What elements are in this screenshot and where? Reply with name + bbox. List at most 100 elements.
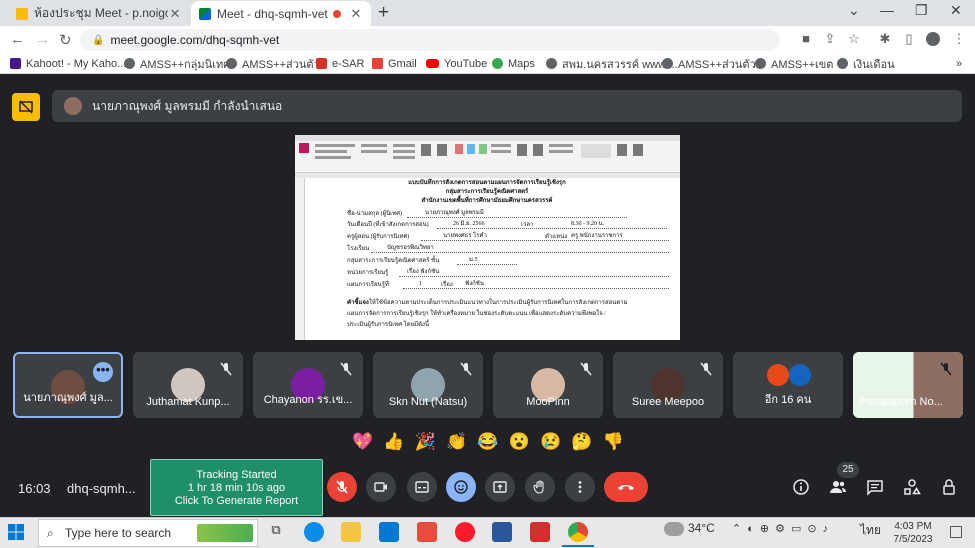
wps-office-icon[interactable]	[417, 522, 437, 542]
doc-heading-1: แบบบันทึกการสังเกตการสอนตามแผนการจัดการเ…	[408, 180, 566, 186]
doc-row-extra-label: เวลา	[521, 222, 534, 228]
doc-fill-line	[437, 228, 667, 229]
reaction-thumbs-down[interactable]: 👎	[603, 432, 624, 452]
more-options-button[interactable]	[565, 472, 595, 502]
chrome-menu-icon[interactable]: ⋮	[952, 32, 966, 46]
activities-icon[interactable]	[903, 478, 921, 496]
presentation-icon[interactable]	[12, 93, 40, 121]
bookmarks-overflow-icon[interactable]: »	[956, 55, 962, 72]
participant-tile[interactable]: MooPinn	[493, 352, 603, 418]
camera-in-use-icon[interactable]: ■	[799, 32, 813, 46]
language-indicator[interactable]: ไทย	[860, 521, 881, 540]
search-icon: ⌕	[47, 526, 54, 540]
chat-icon[interactable]	[866, 478, 884, 496]
present-screen-button[interactable]	[485, 472, 515, 502]
windows-start-icon[interactable]	[8, 524, 24, 540]
doc-row-extra-value: 8.30 - 9.20 น.	[571, 221, 605, 227]
participant-tile[interactable]: Skn Nut (Natsu)	[373, 352, 483, 418]
taskbar-search[interactable]: ⌕ Type here to search	[38, 519, 258, 547]
mail-icon[interactable]	[379, 522, 399, 542]
side-panel-icon[interactable]: ▯	[902, 32, 916, 46]
attendance-tracking-button[interactable]: Tracking Started 1 hr 18 min 10s ago Cli…	[150, 459, 323, 516]
people-icon[interactable]	[829, 478, 847, 496]
globe-icon	[226, 58, 237, 69]
close-tab-icon[interactable]: ✕	[349, 6, 363, 22]
participant-tile-presenter[interactable]: ••• นายภาณุพงศ์ มูล...	[13, 352, 123, 418]
weather-icon	[664, 522, 684, 536]
profile-avatar[interactable]	[926, 32, 940, 46]
doc-row-extra-label: ตำแหน่ง	[545, 234, 568, 240]
camera-toggle-button[interactable]	[366, 472, 396, 502]
reaction-sparkling-heart[interactable]: 💖	[352, 432, 373, 452]
reaction-thinking[interactable]: 🤔	[571, 432, 592, 452]
bookmark-esar[interactable]: e-SAR	[316, 55, 364, 72]
notifications-icon[interactable]	[950, 526, 962, 538]
system-tray-icons[interactable]: ⌃◐⊕⚙▭⊙♪	[732, 522, 834, 535]
new-tab-button[interactable]: +	[378, 2, 389, 24]
forward-icon[interactable]: →	[35, 31, 50, 48]
participant-name: Skn Nut (Natsu)	[388, 396, 468, 408]
reactions-button[interactable]	[446, 472, 476, 502]
participant-tile[interactable]: Pattaraporn No...	[853, 352, 963, 418]
more-options-icon[interactable]: •••	[93, 362, 113, 382]
bookmark-kahoot[interactable]: Kahoot! - My Kaho...	[10, 55, 126, 72]
meeting-info-icon[interactable]	[792, 478, 810, 496]
opera-icon[interactable]	[455, 522, 475, 542]
bookmark-amss-personal-2[interactable]: AMSS++ส่วนตัว	[662, 55, 756, 72]
chrome-taskbar-icon[interactable]	[568, 522, 588, 542]
active-app-indicator	[562, 545, 594, 547]
bookmark-amss-nites[interactable]: AMSS++กลุ่มนิเทศ	[124, 55, 230, 72]
bookmark-salary[interactable]: เงินเดือน	[837, 55, 895, 72]
shared-screen: แบบบันทึกการสังเกตการสอนตามแผนการจัดการเ…	[295, 135, 680, 340]
acrobat-icon[interactable]	[530, 522, 550, 542]
host-controls-icon[interactable]	[940, 478, 958, 496]
restore-button[interactable]: ❐	[915, 2, 928, 19]
close-window-button[interactable]: ✕	[950, 2, 962, 19]
doc-heading-3: สำนักงานเขตพื้นที่การศึกษามัธยมศึกษานครส…	[421, 198, 553, 204]
minimize-button[interactable]: —	[880, 2, 894, 18]
reaction-surprised[interactable]: 😮	[509, 432, 530, 452]
bookmark-amss-area[interactable]: AMSS++เขต	[755, 55, 833, 72]
file-explorer-icon[interactable]	[341, 522, 361, 542]
word-icon[interactable]	[492, 522, 512, 542]
url-text: meet.google.com/dhq-sqmh-vet	[110, 33, 280, 47]
doc-row-value: ม.5	[469, 257, 478, 263]
bookmark-gmail[interactable]: Gmail	[372, 55, 417, 72]
address-bar[interactable]: 🔒 meet.google.com/dhq-sqmh-vet	[80, 29, 780, 51]
share-icon[interactable]: ⇪	[823, 32, 837, 46]
participant-tile[interactable]: Juthamat Kunp...	[133, 352, 243, 418]
back-icon[interactable]: ←	[10, 31, 25, 48]
participant-tile[interactable]: Chayanon รร.เข...	[253, 352, 363, 418]
reaction-joy[interactable]: 😂	[477, 432, 498, 452]
captions-button[interactable]	[407, 472, 437, 502]
bookmark-star-icon[interactable]: ☆	[847, 32, 861, 46]
reaction-clapping[interactable]: 👏	[446, 432, 467, 452]
extensions-icon[interactable]: ✱	[878, 32, 892, 46]
taskbar-clock[interactable]: 4:03 PM 7/5/2023	[888, 520, 938, 546]
reaction-crying[interactable]: 😢	[540, 432, 561, 452]
edge-icon[interactable]	[304, 522, 324, 542]
reaction-party-popper[interactable]: 🎉	[415, 432, 436, 452]
bookmark-amss-personal[interactable]: AMSS++ส่วนตัว	[226, 55, 320, 72]
bookmark-spm-nakhonsawan[interactable]: สพม.นครสวรรค์ www....	[546, 55, 678, 72]
bookmark-youtube[interactable]: YouTube	[426, 55, 487, 72]
tab-meet-active[interactable]: Meet - dhq-sqmh-vet ✕	[191, 1, 371, 26]
weather-temperature[interactable]: 34°C	[688, 521, 715, 535]
reload-icon[interactable]: ↻	[59, 31, 72, 49]
lock-icon: 🔒	[92, 34, 105, 46]
leave-call-button[interactable]	[604, 472, 648, 502]
bookmark-maps[interactable]: Maps	[492, 55, 535, 72]
reaction-thumbs-up[interactable]: 👍	[383, 432, 404, 452]
close-tab-icon[interactable]: ✕	[168, 6, 182, 22]
esar-icon	[316, 58, 327, 69]
others-tile[interactable]: อีก 16 คน	[733, 352, 843, 418]
tab-meet-room[interactable]: ห้องประชุม Meet - p.noigor@gmail ✕	[8, 1, 190, 26]
document-page: แบบบันทึกการสังเกตการสอนตามแผนการจัดการเ…	[307, 178, 680, 340]
tab-search-icon[interactable]: ⌄	[848, 2, 860, 19]
globe-icon	[124, 58, 135, 69]
raise-hand-button[interactable]	[525, 472, 555, 502]
search-placeholder: Type here to search	[65, 526, 172, 540]
task-view-icon[interactable]: ⧉	[266, 522, 286, 542]
microphone-toggle-button[interactable]	[327, 472, 357, 502]
participant-tile[interactable]: Suree Meepoo	[613, 352, 723, 418]
